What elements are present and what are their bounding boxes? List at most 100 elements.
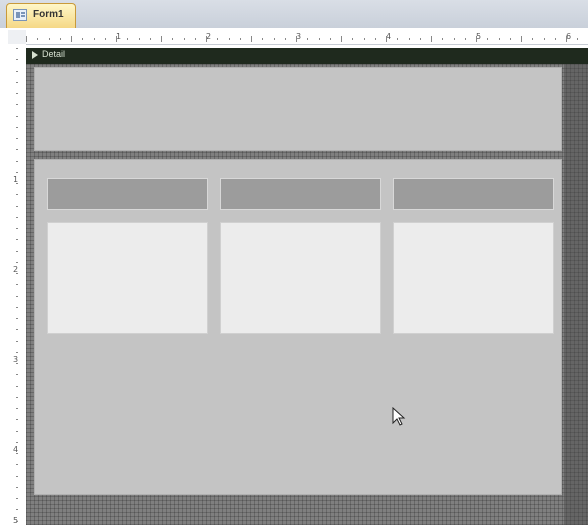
ruler-tick [554, 38, 556, 40]
ruler-tick [16, 363, 18, 364]
horizontal-ruler[interactable]: 1 2 3 4 5 6 [26, 30, 588, 45]
ruler-tick [16, 284, 18, 286]
ruler-tick [26, 36, 27, 42]
ruler-tick [509, 38, 511, 40]
ruler-tick [419, 38, 421, 40]
ruler-tick [217, 38, 219, 40]
ruler-tick [16, 475, 18, 477]
section-arrow-icon [32, 51, 38, 59]
ruler-tick [228, 38, 230, 40]
ruler-tick [16, 509, 18, 511]
ruler-tick [16, 385, 18, 387]
ruler-tick [296, 36, 297, 42]
ruler-tick [194, 38, 196, 40]
form-icon [13, 9, 27, 21]
ruler-tick [352, 38, 354, 40]
ruler-tick [16, 441, 18, 443]
ruler-tick [16, 216, 18, 218]
ruler-tick [16, 126, 18, 128]
ruler-tick [16, 498, 18, 499]
ruler-tick [16, 70, 18, 72]
column-header-block[interactable] [220, 178, 381, 210]
ruler-tick [566, 36, 567, 42]
ruler-tick [16, 453, 18, 454]
header-box-control[interactable] [34, 67, 562, 151]
form1-tab[interactable]: Form1 [6, 3, 76, 28]
column-header-block[interactable] [47, 178, 208, 210]
ruler-tick [363, 38, 365, 40]
ruler-tick [307, 38, 309, 40]
ruler-tick [93, 38, 95, 40]
ruler-tick [16, 171, 18, 173]
ruler-tick [408, 38, 410, 40]
form-edge-shadow [564, 64, 588, 525]
ruler-tick [16, 273, 18, 274]
ruler-tick [476, 36, 477, 42]
ruler-tick [16, 149, 18, 151]
ruler-tick [16, 183, 18, 184]
design-grid[interactable] [26, 64, 588, 525]
content-block[interactable] [220, 222, 381, 334]
ruler-tick [16, 194, 18, 196]
ruler-tick [329, 38, 331, 40]
ruler-tick [16, 329, 18, 331]
ruler-tick [431, 36, 432, 42]
detail-section-bar[interactable]: Detail [26, 48, 588, 64]
ruler-tick [487, 38, 489, 40]
body-box-control[interactable] [34, 159, 562, 495]
ruler-tick [16, 419, 18, 421]
ruler-tick [16, 205, 18, 207]
ruler-tick [16, 430, 18, 432]
ruler-tick [577, 38, 579, 40]
ruler-tick [16, 160, 18, 162]
ruler-tick [251, 36, 252, 42]
ruler-tick [16, 81, 18, 83]
content-block[interactable] [47, 222, 208, 334]
ruler-tick [239, 38, 241, 40]
ruler-tick [16, 228, 18, 229]
ruler-tick [206, 36, 207, 42]
ruler-tick [16, 261, 18, 263]
vertical-ruler[interactable]: 1 2 3 4 5 [8, 48, 27, 525]
ruler-tick [16, 340, 18, 342]
mouse-pointer-icon [392, 407, 406, 426]
ruler-tick [183, 38, 185, 40]
ruler-tick [149, 38, 151, 40]
ruler-tick [16, 306, 18, 308]
ruler-tick [543, 38, 545, 40]
ruler-tick [16, 138, 18, 139]
column-header-block[interactable] [393, 178, 554, 210]
ruler-tick [464, 38, 466, 40]
ruler-tick [161, 36, 162, 42]
ruler-tick [453, 38, 455, 40]
ruler-tick [397, 38, 399, 40]
ruler-tick [284, 38, 286, 40]
ruler-tick [273, 38, 275, 40]
content-block[interactable] [393, 222, 554, 334]
ruler-tick [16, 374, 18, 376]
section-label: Detail [42, 49, 66, 59]
ruler-tick [262, 38, 264, 40]
ruler-tick [442, 38, 444, 40]
ruler-tick [116, 36, 117, 42]
form-design-workspace: 1 2 3 4 5 6 1 2 3 4 5 Detail [0, 28, 588, 525]
ruler-tick [16, 93, 18, 94]
ruler-tick [16, 464, 18, 466]
ruler-tick [386, 36, 387, 42]
ruler-tick [16, 104, 18, 106]
ruler-tick [16, 59, 18, 61]
ruler-tick [172, 38, 174, 40]
ruler-tick [16, 408, 18, 409]
ruler-tick [521, 36, 522, 42]
ruler-corner[interactable] [8, 30, 26, 44]
document-tab-strip: Form1 [0, 0, 588, 29]
ruler-tick [127, 38, 129, 40]
tab-label: Form1 [33, 9, 64, 20]
ruler-tick [16, 486, 18, 488]
ruler-tick [48, 38, 50, 40]
ruler-tick [16, 318, 18, 319]
ruler-tick [138, 38, 140, 40]
ruler-tick [104, 38, 106, 40]
ruler-tick [374, 38, 376, 40]
ruler-tick [71, 36, 72, 42]
